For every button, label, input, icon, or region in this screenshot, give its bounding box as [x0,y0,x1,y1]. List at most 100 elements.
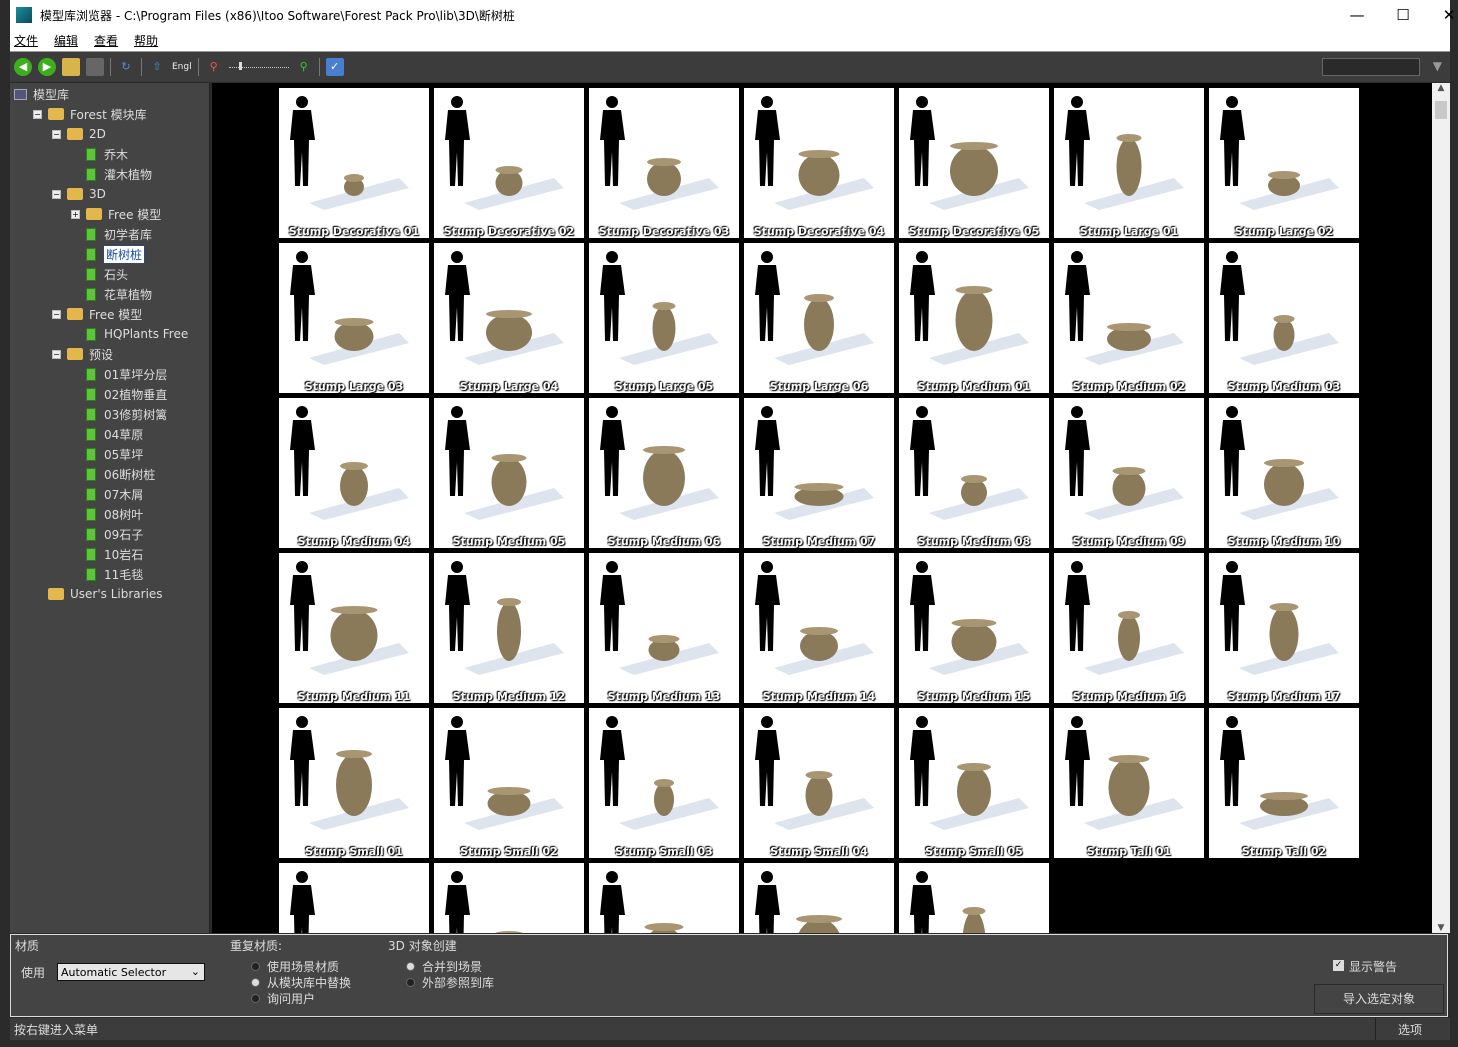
radio-ask-user[interactable] [251,994,260,1003]
thumbnail-item[interactable] [279,863,429,933]
thumbnail-item[interactable] [899,863,1049,933]
thumbnail-item[interactable]: Stump Medium 08 [899,398,1049,548]
tree-item[interactable]: 06断树桩 [71,465,155,483]
search-input[interactable] [1322,58,1420,76]
thumbnail-item[interactable]: Stump Medium 10 [1209,398,1359,548]
thumbnail-item[interactable]: Stump Decorative 02 [434,88,584,238]
tree-item[interactable]: 初学者库 [71,225,152,243]
thumbnail-item[interactable]: Stump Medium 04 [279,398,429,548]
open-folder-icon[interactable] [62,58,80,76]
tree-item[interactable]: − 预设 [52,345,113,363]
expand-toggle[interactable]: − [33,109,42,119]
thumbnail-item[interactable]: Stump Medium 14 [744,553,894,703]
tree-item[interactable]: − 3D [52,185,106,203]
thumbnail-item[interactable]: Stump Small 05 [899,708,1049,858]
thumbnail-item[interactable]: Stump Medium 05 [434,398,584,548]
tree-item[interactable]: − Free 模型 [52,305,142,323]
thumbnail-item[interactable]: Stump Tall 01 [1054,708,1204,858]
thumbnail-item[interactable]: Stump Medium 02 [1054,243,1204,393]
tree-item[interactable]: 花草植物 [71,285,152,303]
tree-item[interactable]: 断树桩 [71,244,146,264]
material-select[interactable]: Automatic Selector ⌄ [57,963,205,981]
zoom-out-icon[interactable]: ⚲ [205,58,223,76]
thumbnail-item[interactable]: Stump Decorative 01 [279,88,429,238]
tree-item[interactable]: − 2D [52,125,106,143]
thumbnail-item[interactable]: Stump Medium 01 [899,243,1049,393]
thumbnail-item[interactable]: Stump Medium 12 [434,553,584,703]
back-icon[interactable]: ◀ [14,58,32,76]
save-icon[interactable] [86,58,104,76]
zoom-in-icon[interactable]: ⚲ [295,58,313,76]
thumbnail-item[interactable]: Stump Large 02 [1209,88,1359,238]
radio-use-scene-material[interactable] [251,962,260,971]
tree-item[interactable]: − Forest 模块库 [33,105,147,123]
thumbnail-item[interactable]: Stump Medium 07 [744,398,894,548]
checklist-icon[interactable]: ✓ [325,58,344,76]
tree-item[interactable]: 09石子 [71,525,143,543]
thumbnail-item[interactable]: Stump Medium 03 [1209,243,1359,393]
thumbnail-item[interactable]: Stump Small 03 [589,708,739,858]
thumbnail-item[interactable]: Stump Small 01 [279,708,429,858]
thumbnail-item[interactable]: Stump Medium 13 [589,553,739,703]
tree-item[interactable]: 02植物垂直 [71,385,167,403]
thumbnail-item[interactable]: Stump Decorative 05 [899,88,1049,238]
menu-view[interactable]: 查看 [94,32,118,49]
tree-item[interactable]: HQPlants Free [71,325,188,343]
refresh-icon[interactable]: ↻ [117,58,135,76]
tree-item[interactable]: + Free 模型 [71,205,161,223]
forward-icon[interactable]: ▶ [38,58,56,76]
thumbnail-item[interactable]: Stump Large 01 [1054,88,1204,238]
expand-toggle[interactable]: − [52,129,61,139]
thumbnail-item[interactable]: Stump Decorative 03 [589,88,739,238]
thumbnail-item[interactable] [434,863,584,933]
import-selected-button[interactable]: 导入选定对象 [1314,984,1444,1014]
minimize-button[interactable]: — [1334,0,1380,30]
menu-edit[interactable]: 编辑 [54,32,78,49]
tree-item[interactable]: 08树叶 [71,505,143,523]
tree-item[interactable]: 11毛毯 [71,565,143,583]
radio-replace-from-library[interactable] [251,978,260,987]
thumbnail-item[interactable]: Stump Medium 09 [1054,398,1204,548]
thumbnail-item[interactable]: Stump Decorative 04 [744,88,894,238]
radio-xref-to-library[interactable] [406,978,415,987]
tree-item[interactable]: 模型库 [14,85,69,103]
expand-toggle[interactable]: − [52,189,61,199]
tree-item[interactable]: User's Libraries [33,585,163,603]
thumbnail-item[interactable]: Stump Medium 06 [589,398,739,548]
tree-item[interactable]: 05草坪 [71,445,143,463]
vertical-scrollbar[interactable]: ▲ ▼ [1432,83,1450,933]
tree-item[interactable]: 07木屑 [71,485,143,503]
tree-item[interactable]: 乔木 [71,145,128,163]
maximize-button[interactable]: ☐ [1380,0,1426,30]
thumbnail-item[interactable]: Stump Tall 02 [1209,708,1359,858]
expand-toggle[interactable]: − [52,309,61,319]
options-button[interactable]: 选项 [1398,1021,1422,1038]
menu-help[interactable]: 帮助 [134,32,158,49]
radio-merge-to-scene[interactable] [406,962,415,971]
sort-icon[interactable]: ⇧ [148,58,166,76]
tree-item[interactable]: 石头 [71,265,128,283]
close-button[interactable]: ✕ [1426,0,1458,30]
thumbnail-item[interactable]: Stump Small 02 [434,708,584,858]
tree-item[interactable]: 01草坪分层 [71,365,167,383]
thumbnail-item[interactable] [589,863,739,933]
filter-icon[interactable]: ▼ [1433,59,1442,73]
thumbnail-item[interactable]: Stump Large 06 [744,243,894,393]
thumbnail-size-slider[interactable] [228,61,289,70]
thumbnail-item[interactable]: Stump Large 03 [279,243,429,393]
tree-item[interactable]: 03修剪树篱 [71,405,167,423]
thumbnail-item[interactable]: Stump Medium 17 [1209,553,1359,703]
expand-toggle[interactable]: + [71,209,80,219]
thumbnail-item[interactable]: Stump Large 05 [589,243,739,393]
tree-item[interactable]: 10岩石 [71,545,143,563]
thumbnail-item[interactable]: Stump Medium 15 [899,553,1049,703]
expand-toggle[interactable]: − [52,349,61,359]
thumbnail-item[interactable]: Stump Medium 16 [1054,553,1204,703]
language-button[interactable]: Engl [172,62,192,72]
thumbnail-item[interactable] [744,863,894,933]
tree-item[interactable]: 04草原 [71,425,143,443]
tree-item[interactable]: 灌木植物 [71,165,152,183]
thumbnail-item[interactable]: Stump Large 04 [434,243,584,393]
show-warning-checkbox[interactable]: ✓ [1333,960,1344,971]
thumbnail-item[interactable]: Stump Medium 11 [279,553,429,703]
